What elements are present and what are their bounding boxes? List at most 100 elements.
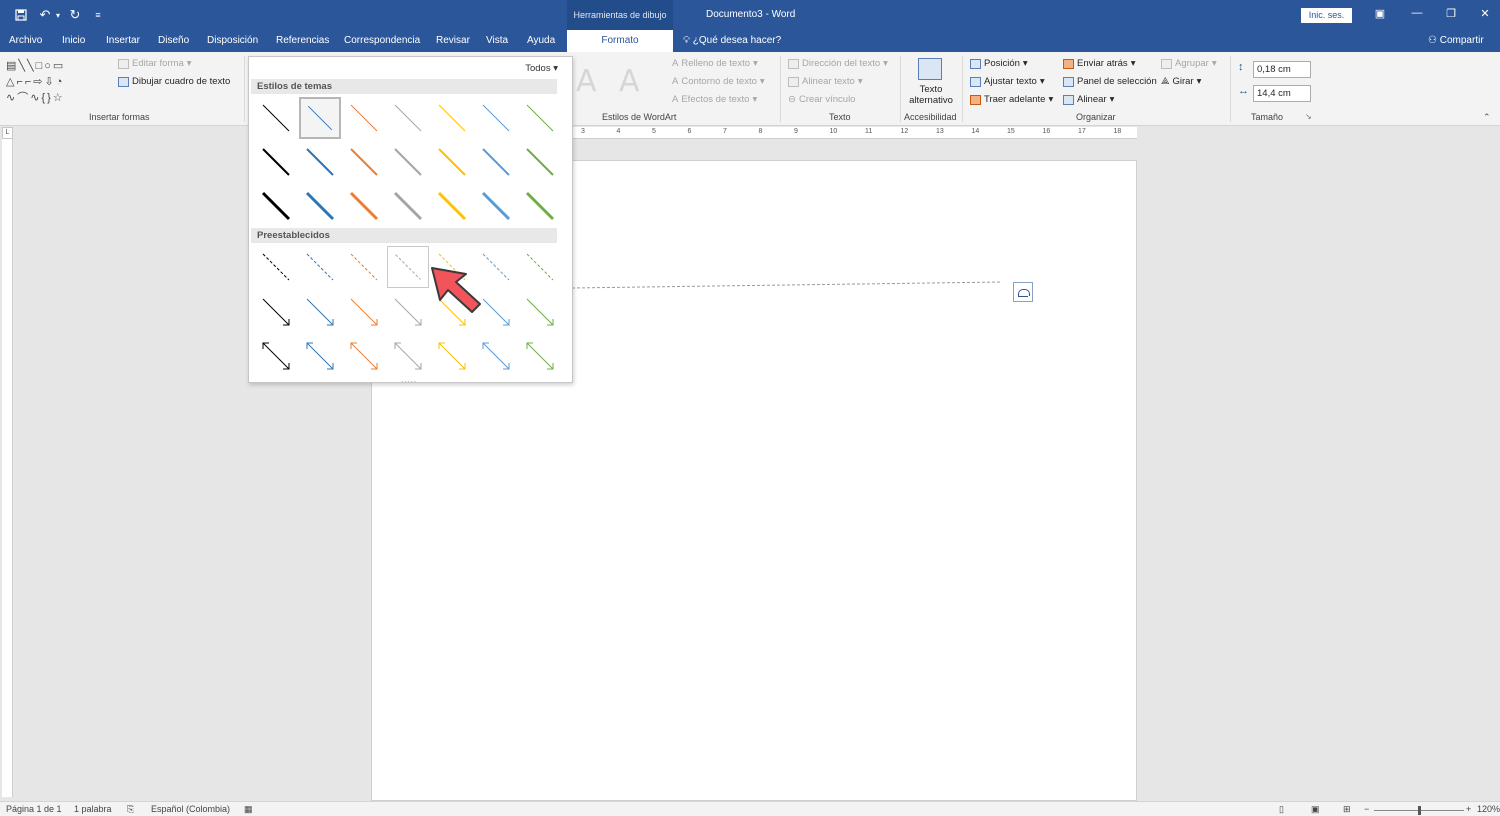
shapes-gallery[interactable]: ▤╲╲□○▭ △⌐⌐⇨⇩◔ ∿⌒∿{}☆ <box>6 58 104 106</box>
preset-style-dashed-7[interactable] <box>519 246 561 288</box>
theme-style-thick-6[interactable] <box>475 185 517 227</box>
create-link-button[interactable]: ⊖ Crear vínculo <box>788 94 855 105</box>
align-button[interactable]: Alinear ▾ <box>1063 94 1114 105</box>
gallery-filter-dropdown[interactable]: Todos ▾ <box>525 63 558 74</box>
theme-style-medium-3[interactable] <box>343 141 385 183</box>
theme-style-medium-6[interactable] <box>475 141 517 183</box>
position-button[interactable]: Posición ▾ <box>970 58 1028 69</box>
tab-selector[interactable]: L <box>2 127 13 139</box>
web-layout-icon[interactable]: ⊞ <box>1343 804 1351 815</box>
theme-style-thick-1[interactable] <box>255 185 297 227</box>
send-backward-button[interactable]: Enviar atrás ▾ <box>1063 58 1135 69</box>
zoom-level[interactable]: 120% <box>1477 804 1500 814</box>
preset-style-arrow-3[interactable] <box>343 291 385 333</box>
macro-icon[interactable]: ▦ <box>244 804 253 815</box>
preset-style-double-arrow-5[interactable] <box>431 335 473 377</box>
ribbon-display-icon[interactable]: ▣ <box>1371 7 1389 22</box>
tab-diseno[interactable]: Diseño <box>158 30 189 52</box>
proofing-icon[interactable]: ⎘ <box>127 804 134 815</box>
theme-style-thick-5[interactable] <box>431 185 473 227</box>
preset-style-dashed-1[interactable] <box>255 246 297 288</box>
theme-style-medium-4[interactable] <box>387 141 429 183</box>
bring-forward-button[interactable]: Traer adelante ▾ <box>970 94 1053 105</box>
height-spinner[interactable]: 0,18 cm <box>1253 61 1311 78</box>
theme-style-thin-5[interactable] <box>431 97 473 139</box>
tab-archivo[interactable]: Archivo <box>9 30 42 52</box>
language-indicator[interactable]: Español (Colombia) <box>151 804 230 814</box>
tab-referencias[interactable]: Referencias <box>276 30 329 52</box>
wordart-style-a-2[interactable]: A <box>619 64 640 99</box>
tab-ayuda[interactable]: Ayuda <box>527 30 555 52</box>
preset-style-double-arrow-2[interactable] <box>299 335 341 377</box>
theme-style-thin-7[interactable] <box>519 97 561 139</box>
text-fill-button[interactable]: A Relleno de texto ▾ <box>672 58 758 69</box>
redo-icon[interactable]: ↻ <box>66 6 84 24</box>
minimize-icon[interactable]: — <box>1408 7 1426 22</box>
wordart-style-a-1[interactable]: A <box>576 64 597 99</box>
width-spinner[interactable]: 14,4 cm <box>1253 85 1311 102</box>
group-button[interactable]: Agrupar ▾ <box>1161 58 1217 69</box>
zoom-slider-thumb[interactable] <box>1418 806 1421 815</box>
preset-style-double-arrow-7[interactable] <box>519 335 561 377</box>
alt-text-button[interactable]: Texto alternativo <box>904 84 958 106</box>
preset-style-dashed-4[interactable] <box>387 246 429 288</box>
selection-pane-button[interactable]: Panel de selección <box>1063 76 1157 87</box>
zoom-in-icon[interactable]: + <box>1466 804 1471 814</box>
close-icon[interactable]: ✕ <box>1476 7 1494 22</box>
undo-dropdown-icon[interactable]: ▾ <box>53 6 63 24</box>
theme-style-medium-7[interactable] <box>519 141 561 183</box>
theme-style-medium-2[interactable] <box>299 141 341 183</box>
theme-style-medium-1[interactable] <box>255 141 297 183</box>
draw-textbox-button[interactable]: Dibujar cuadro de texto <box>118 76 230 87</box>
rotate-button[interactable]: ⟁ Girar ▾ <box>1161 76 1201 87</box>
zoom-out-icon[interactable]: − <box>1364 804 1369 814</box>
vertical-ruler[interactable] <box>2 139 13 797</box>
vertical-scrollbar[interactable] <box>1492 127 1500 801</box>
preset-style-arrow-4[interactable] <box>387 291 429 333</box>
tab-formato[interactable]: Formato <box>567 30 673 52</box>
preset-style-arrow-1[interactable] <box>255 291 297 333</box>
theme-style-medium-5[interactable] <box>431 141 473 183</box>
text-effects-button[interactable]: A Efectos de texto ▾ <box>672 94 757 105</box>
tab-inicio[interactable]: Inicio <box>62 30 85 52</box>
page-count[interactable]: Página 1 de 1 <box>6 804 62 814</box>
preset-style-dashed-2[interactable] <box>299 246 341 288</box>
theme-style-thin-2[interactable] <box>299 97 341 139</box>
preset-style-double-arrow-6[interactable] <box>475 335 517 377</box>
sign-in-button[interactable]: Inic. ses. <box>1301 8 1352 23</box>
collapse-ribbon-icon[interactable]: ⌃ <box>1483 112 1491 123</box>
edit-shape-button[interactable]: Editar forma ▾ <box>118 58 192 69</box>
horizontal-ruler[interactable]: 3 4 5 6 7 8 9 10 11 12 13 14 15 16 17 18 <box>573 127 1137 139</box>
word-count[interactable]: 1 palabra <box>74 804 112 814</box>
preset-style-double-arrow-1[interactable] <box>255 335 297 377</box>
print-layout-icon[interactable]: ▣ <box>1311 804 1320 815</box>
theme-style-thin-4[interactable] <box>387 97 429 139</box>
gallery-resize-grip[interactable]: ..... <box>401 375 417 384</box>
tab-vista[interactable]: Vista <box>486 30 508 52</box>
read-mode-icon[interactable]: ▯ <box>1279 804 1284 815</box>
undo-icon[interactable]: ↶ <box>36 6 54 24</box>
preset-style-double-arrow-3[interactable] <box>343 335 385 377</box>
align-text-button[interactable]: Alinear texto ▾ <box>788 76 863 87</box>
tab-disposicion[interactable]: Disposición <box>207 30 258 52</box>
text-outline-button[interactable]: A Contorno de texto ▾ <box>672 76 765 87</box>
layout-options-icon[interactable] <box>1013 282 1033 302</box>
theme-style-thin-6[interactable] <box>475 97 517 139</box>
preset-style-dashed-3[interactable] <box>343 246 385 288</box>
theme-style-thin-3[interactable] <box>343 97 385 139</box>
theme-style-thin-1[interactable] <box>255 97 297 139</box>
customize-toolbar-icon[interactable]: ≡ <box>92 6 104 24</box>
preset-style-double-arrow-4[interactable] <box>387 335 429 377</box>
theme-style-thick-3[interactable] <box>343 185 385 227</box>
wrap-text-button[interactable]: Ajustar texto ▾ <box>970 76 1045 87</box>
tab-insertar[interactable]: Insertar <box>106 30 140 52</box>
theme-style-thick-7[interactable] <box>519 185 561 227</box>
tab-correspondencia[interactable]: Correspondencia <box>344 30 420 52</box>
selected-line-shape[interactable] <box>572 279 1004 291</box>
theme-style-thick-2[interactable] <box>299 185 341 227</box>
text-direction-button[interactable]: Dirección del texto ▾ <box>788 58 888 69</box>
theme-style-thick-4[interactable] <box>387 185 429 227</box>
tab-revisar[interactable]: Revisar <box>436 30 470 52</box>
preset-style-arrow-7[interactable] <box>519 291 561 333</box>
save-icon[interactable] <box>12 6 30 24</box>
